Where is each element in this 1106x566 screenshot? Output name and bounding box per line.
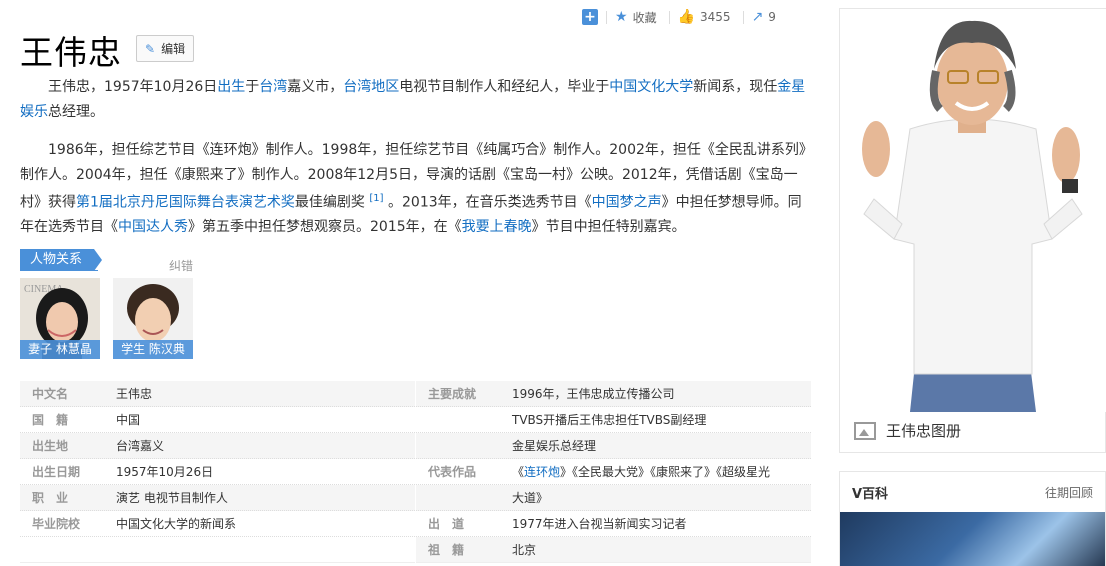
career-paragraph: 1986年，担任综艺节目《连环炮》制作人。1998年，担任综艺节目《纯属巧合》制… <box>20 138 812 240</box>
main-photo[interactable] <box>840 9 1106 412</box>
album-box[interactable]: 王伟忠图册 <box>839 8 1106 453</box>
info-row: 职 业 演艺 电视节目制作人 <box>20 485 415 511</box>
divider <box>742 10 744 24</box>
thumbs-up-icon: 👍 <box>677 9 696 25</box>
link-award[interactable]: 第1届北京丹尼国际舞台表演艺术奖 <box>76 195 295 211</box>
info-value: 《连环炮》《全民最大党》《康熙来了》《超级星光 <box>512 459 811 485</box>
image-icon <box>854 421 876 440</box>
info-value: 王伟忠 <box>116 386 153 401</box>
info-key: 中文名 <box>32 387 69 401</box>
info-key: 职 业 <box>32 491 69 505</box>
info-row <box>20 537 415 563</box>
basic-info-left: 中文名 王伟忠 国 籍 中国 出生地 台湾嘉义 出生日期 1957年10月26日 职 业… <box>20 381 415 563</box>
favorite-label: 收藏 <box>632 10 657 25</box>
info-key: 毕业院校 <box>32 517 81 531</box>
info-value: 中国文化大学的新闻系 <box>116 516 237 531</box>
like-button[interactable]: 👍 3455 <box>678 9 731 25</box>
relations-tag: 人物关系 <box>20 249 103 271</box>
link-lianhuanpao[interactable]: 连环炮 <box>524 465 560 479</box>
info-row: 中文名 王伟忠 <box>20 381 415 407</box>
info-value: 台湾嘉义 <box>116 438 165 453</box>
link-birth[interactable]: 出生 <box>217 79 245 95</box>
info-key: 主要成就 <box>428 387 477 401</box>
info-row: TVBS开播后王伟忠担任TVBS副经理 <box>416 407 811 433</box>
add-icon[interactable]: + <box>582 9 598 25</box>
divider <box>668 10 670 24</box>
relation-caption: 学生 陈汉典 <box>113 340 193 359</box>
info-row: 代表作品 《连环炮》《全民最大党》《康熙来了》《超级星光 <box>416 459 811 485</box>
text: 《 <box>512 464 525 479</box>
edit-button[interactable]: ✎ 编辑 <box>136 35 195 62</box>
info-key: 祖 籍 <box>428 543 465 557</box>
album-label: 王伟忠图册 <box>886 422 962 440</box>
page-title: 王伟忠 <box>20 33 122 72</box>
pencil-icon: ✎ <box>145 41 156 56</box>
star-icon: ★ <box>615 9 628 25</box>
v-baike-header: V百科 往期回顾 <box>840 472 1105 512</box>
info-row: 毕业院校 中国文化大学的新闻系 <box>20 511 415 537</box>
info-key: 代表作品 <box>428 465 477 479</box>
relation-card-wife[interactable]: CINEMA 妻子 林慧晶 <box>20 278 100 359</box>
info-row: 祖 籍 北京 <box>416 537 811 563</box>
link-taiwan-region[interactable]: 台湾地区 <box>343 79 399 95</box>
info-key: 出生日期 <box>32 465 81 479</box>
edit-label: 编辑 <box>161 42 186 56</box>
link-taiwan[interactable]: 台湾 <box>259 79 287 95</box>
info-row: 出 道 1977年进入台视当新闻实习记者 <box>416 511 811 537</box>
share-icon: ↗ <box>751 9 764 25</box>
info-value: 北京 <box>512 542 537 557</box>
info-value: 大道》 <box>512 490 549 505</box>
info-value: 1977年进入台视当新闻实习记者 <box>512 516 687 531</box>
album-link[interactable]: 王伟忠图册 <box>854 420 961 441</box>
text: 》《全民最大党》《康熙来了》《超级星光 <box>560 464 771 479</box>
info-row: 大道》 <box>416 485 811 511</box>
link-university[interactable]: 中国文化大学 <box>609 79 693 95</box>
summary-paragraph: 王伟忠，1957年10月26日出生于台湾嘉义市，台湾地区电视节目制作人和经纪人，… <box>20 75 812 124</box>
v-baike-image[interactable] <box>840 512 1105 566</box>
link-china-talent[interactable]: 中国达人秀 <box>118 219 188 235</box>
info-row: 金星娱乐总经理 <box>416 433 811 459</box>
relation-caption: 妻子 林慧晶 <box>20 340 100 359</box>
relation-card-student[interactable]: 学生 陈汉典 <box>113 278 193 359</box>
text: 最佳编剧奖 <box>294 194 365 211</box>
info-value: TVBS开播后王伟忠担任TVBS副经理 <box>512 412 707 427</box>
v-baike-box: V百科 往期回顾 <box>839 471 1106 566</box>
text: 》第五季中担任梦想观察员。2015年，在《 <box>188 219 462 236</box>
text: 新闻系，现任 <box>693 79 778 95</box>
like-count: 3455 <box>700 10 731 24</box>
correct-link[interactable]: 纠错 <box>169 257 193 274</box>
reference-mark[interactable]: [1] <box>369 193 383 204</box>
info-row: 国 籍 中国 <box>20 407 415 433</box>
v-baike-title: V百科 <box>852 486 889 502</box>
text: 》节目中担任特别嘉宾。 <box>531 219 686 236</box>
link-china-dream[interactable]: 中国梦之声 <box>592 195 662 211</box>
share-button[interactable]: ↗ 9 <box>752 9 776 25</box>
basic-info-right: 主要成就 1996年，王伟忠成立传播公司 TVBS开播后王伟忠担任TVBS副经理 … <box>416 381 811 563</box>
info-row: 出生日期 1957年10月26日 <box>20 459 415 485</box>
info-value: 中国 <box>116 412 141 427</box>
past-episodes-link[interactable]: 往期回顾 <box>1045 484 1093 501</box>
info-row: 出生地 台湾嘉义 <box>20 433 415 459</box>
text: 于 <box>245 79 260 95</box>
divider <box>606 10 607 24</box>
text: 王伟忠，1957年10月26日 <box>48 79 218 95</box>
info-key: 国 籍 <box>32 413 69 427</box>
info-key: 出 道 <box>428 517 465 531</box>
info-value: 1996年，王伟忠成立传播公司 <box>512 386 675 401</box>
text: 嘉义市， <box>287 79 344 95</box>
text: 。2013年，在音乐类选秀节目《 <box>388 194 592 211</box>
info-value: 金星娱乐总经理 <box>512 438 597 453</box>
divider <box>20 270 98 271</box>
share-count: 9 <box>768 10 776 24</box>
info-value: 1957年10月26日 <box>116 464 214 479</box>
info-value: 演艺 电视节目制作人 <box>116 490 228 505</box>
text: 总经理。 <box>48 103 104 120</box>
info-row: 主要成就 1996年，王伟忠成立传播公司 <box>416 381 811 407</box>
action-bar: + ★ 收藏 👍 3455 ↗ 9 <box>582 8 788 26</box>
link-spring-gala[interactable]: 我要上春晚 <box>462 219 532 235</box>
text: 电视节目制作人和经纪人，毕业于 <box>399 79 610 95</box>
favorite-button[interactable]: ★ 收藏 <box>615 9 657 26</box>
portrait-image <box>840 9 1106 412</box>
info-key: 出生地 <box>32 439 69 453</box>
